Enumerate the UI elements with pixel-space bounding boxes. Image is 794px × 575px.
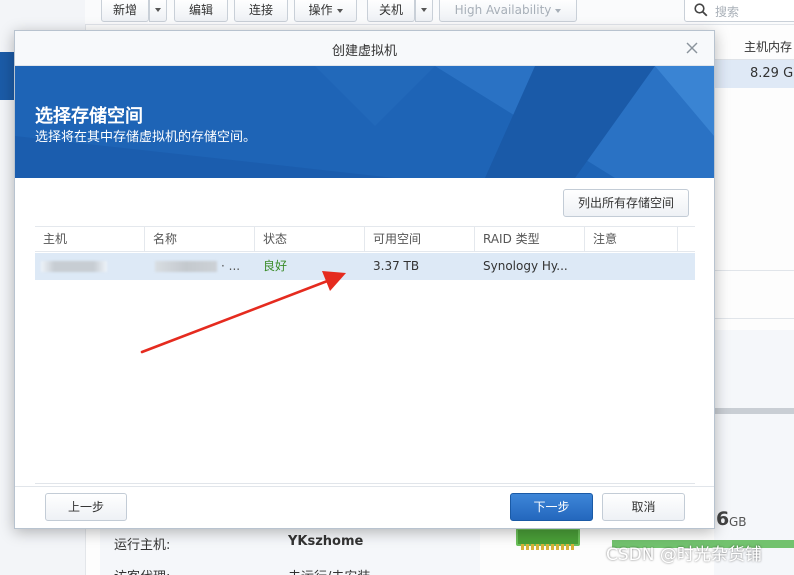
edit-button[interactable]: 编辑: [174, 0, 228, 22]
memory-value: 6: [716, 508, 730, 530]
redacted-host: [41, 261, 107, 272]
note-value: [585, 253, 678, 280]
chevron-down-icon: [555, 8, 562, 13]
chevron-down-icon: [336, 8, 343, 13]
host-memory-value: 8.29 GB: [750, 66, 794, 81]
column-header-status[interactable]: 状态: [255, 227, 365, 252]
shutdown-button[interactable]: 关机: [367, 0, 415, 22]
table-row[interactable]: · ... 良好 3.37 TB Synology Hy...: [35, 253, 695, 280]
column-header-name[interactable]: 名称: [145, 227, 255, 252]
edit-label: 编辑: [188, 3, 213, 17]
search-icon: [694, 3, 708, 17]
previous-button[interactable]: 上一步: [45, 493, 127, 521]
shutdown-dropdown-button[interactable]: [415, 0, 433, 22]
search-placeholder: 搜索: [715, 5, 740, 19]
ha-label: High Availability: [454, 3, 552, 17]
redacted-name: [155, 261, 217, 272]
detail-panel: [714, 330, 794, 575]
column-header-note[interactable]: 注意: [585, 227, 678, 252]
divider: [714, 318, 794, 319]
connect-button[interactable]: 连接: [234, 0, 288, 22]
info-label-guest-agent: 访客代理:: [114, 566, 170, 575]
dialog-banner: 选择存储空间 选择将在其中存储虚拟机的存储空间。: [15, 66, 714, 178]
chevron-down-icon: [421, 8, 427, 12]
usage-bar: [714, 408, 794, 414]
step-title: 选择存储空间: [35, 106, 143, 127]
info-value-host: YKszhome: [288, 534, 364, 549]
action-label: 操作: [308, 3, 333, 17]
sidebar-active-indicator: [0, 52, 14, 100]
column-header-host[interactable]: 主机: [35, 227, 145, 252]
column-header-raid-type[interactable]: RAID 类型: [475, 227, 585, 252]
memory-unit: GB: [729, 515, 747, 529]
storage-name: · ...: [221, 259, 241, 273]
memory-module-icon: [516, 528, 580, 550]
next-button[interactable]: 下一步: [510, 493, 593, 521]
step-subtitle: 选择将在其中存储虚拟机的存储空间。: [35, 130, 257, 145]
search-input[interactable]: 搜索: [684, 0, 794, 22]
list-all-storage-button[interactable]: 列出所有存储空间: [563, 189, 689, 217]
high-availability-button[interactable]: High Availability: [439, 0, 577, 22]
column-header-free-space[interactable]: 可用空间: [365, 227, 475, 252]
column-header-host-memory[interactable]: 主机内存: [714, 34, 794, 60]
cancel-button[interactable]: 取消: [602, 493, 685, 521]
footer-divider: [15, 486, 714, 487]
storage-table: 主机 名称 状态 可用空间 RAID 类型 注意 · ... 良好 3.37 T…: [35, 226, 695, 484]
create-vm-dialog: 创建虚拟机 选择存储空间 选择将在其中存储虚拟机的存储空间。 列出所有存储空间 …: [14, 30, 715, 529]
new-dropdown-button[interactable]: [149, 0, 167, 22]
status-badge: 良好: [263, 259, 288, 273]
dialog-title: 创建虚拟机: [331, 44, 397, 59]
close-icon[interactable]: [684, 40, 700, 56]
raid-type-value: Synology Hy...: [483, 259, 568, 273]
dialog-titlebar: 创建虚拟机: [15, 31, 714, 66]
action-menu-button[interactable]: 操作: [294, 0, 357, 22]
table-header: 主机 名称 状态 可用空间 RAID 类型 注意: [35, 226, 695, 252]
divider: [714, 270, 794, 271]
table-row[interactable]: 8.29 GB: [714, 60, 794, 88]
connect-label: 连接: [248, 3, 273, 17]
new-button[interactable]: 新增: [101, 0, 149, 22]
info-value-guest-agent: 未运行/未安装: [288, 566, 370, 575]
watermark: CSDN @时光杂货铺: [606, 545, 762, 565]
new-label: 新增: [112, 3, 137, 17]
free-space-value: 3.37 TB: [373, 259, 420, 273]
info-label-host: 运行主机:: [114, 538, 171, 553]
chevron-down-icon: [155, 8, 161, 12]
shutdown-label: 关机: [378, 3, 403, 17]
